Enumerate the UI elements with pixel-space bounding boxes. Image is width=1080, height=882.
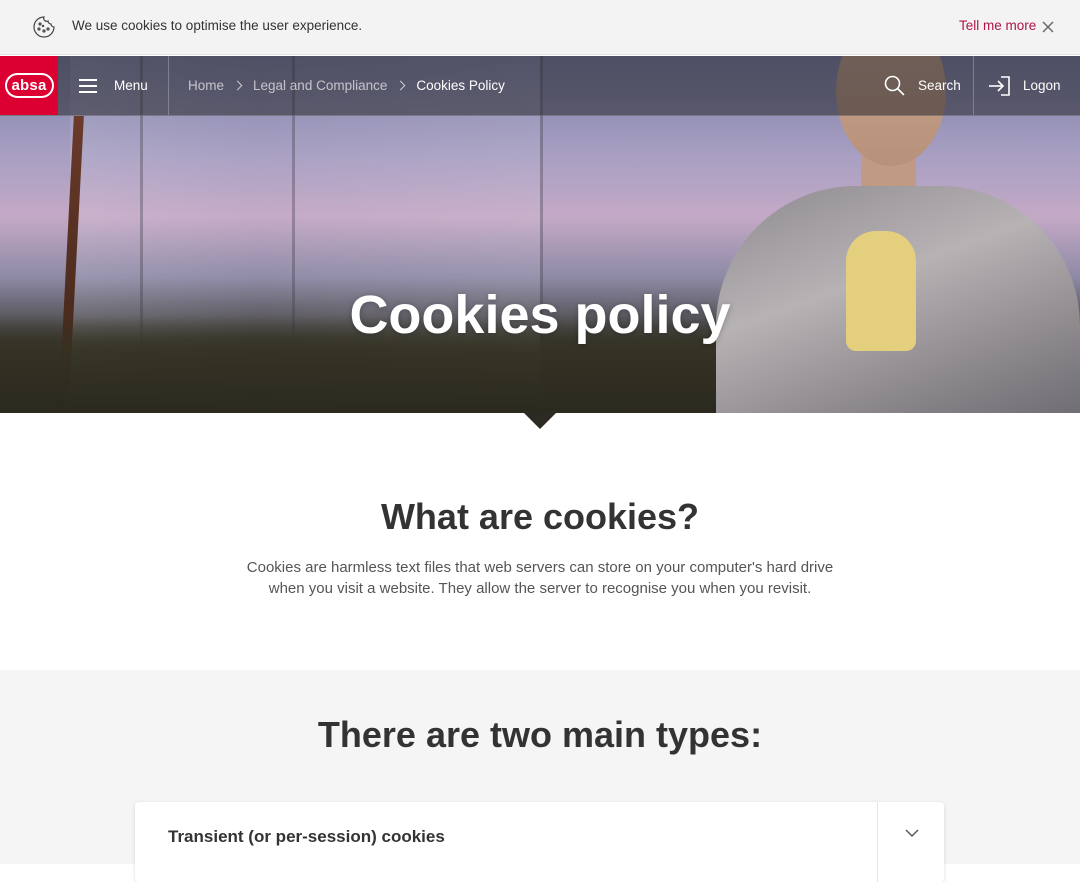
logo-text: absa	[4, 73, 54, 98]
main-navbar: absa Menu Home Legal and Compliance Cook…	[0, 56, 1080, 116]
section-heading-types: There are two main types:	[317, 714, 763, 755]
nav-divider	[168, 56, 169, 115]
search-button[interactable]: Search	[884, 56, 961, 115]
accordion-divider	[877, 802, 878, 882]
accordion-title: Transient (or per-session) cookies	[168, 827, 445, 846]
search-icon	[884, 75, 905, 96]
logon-button[interactable]: Logon	[988, 56, 1061, 115]
section-heading-what-are-cookies: What are cookies?	[380, 496, 700, 537]
chevron-down-icon[interactable]	[905, 826, 919, 840]
tell-me-more-link[interactable]: Tell me more	[959, 18, 1036, 33]
close-icon[interactable]	[1041, 20, 1055, 34]
breadcrumb-legal-and-compliance[interactable]: Legal and Compliance	[253, 78, 387, 93]
chevron-right-icon	[395, 80, 406, 91]
cookie-banner: We use cookies to optimise the user expe…	[0, 0, 1080, 55]
hero-pointer-notch	[523, 412, 557, 429]
nav-divider	[973, 56, 974, 115]
section-body-text: Cookies are harmless text files that web…	[246, 559, 834, 597]
search-label: Search	[918, 78, 961, 93]
hero-title: Cookies policy	[349, 285, 731, 345]
logon-label: Logon	[1023, 78, 1061, 93]
breadcrumb-home[interactable]: Home	[188, 78, 224, 93]
accordion-item-transient-cookies[interactable]: Transient (or per-session) cookies	[135, 802, 944, 882]
breadcrumb-current: Cookies Policy	[416, 78, 505, 93]
absa-logo[interactable]: absa	[0, 56, 58, 115]
menu-button[interactable]: Menu	[79, 56, 148, 115]
cookie-message: We use cookies to optimise the user expe…	[72, 18, 363, 33]
hamburger-icon	[79, 78, 97, 93]
breadcrumb: Home Legal and Compliance Cookies Policy	[188, 56, 505, 115]
cookie-icon	[33, 16, 55, 38]
menu-label: Menu	[114, 78, 148, 93]
login-icon	[989, 75, 1010, 96]
chevron-right-icon	[232, 80, 243, 91]
